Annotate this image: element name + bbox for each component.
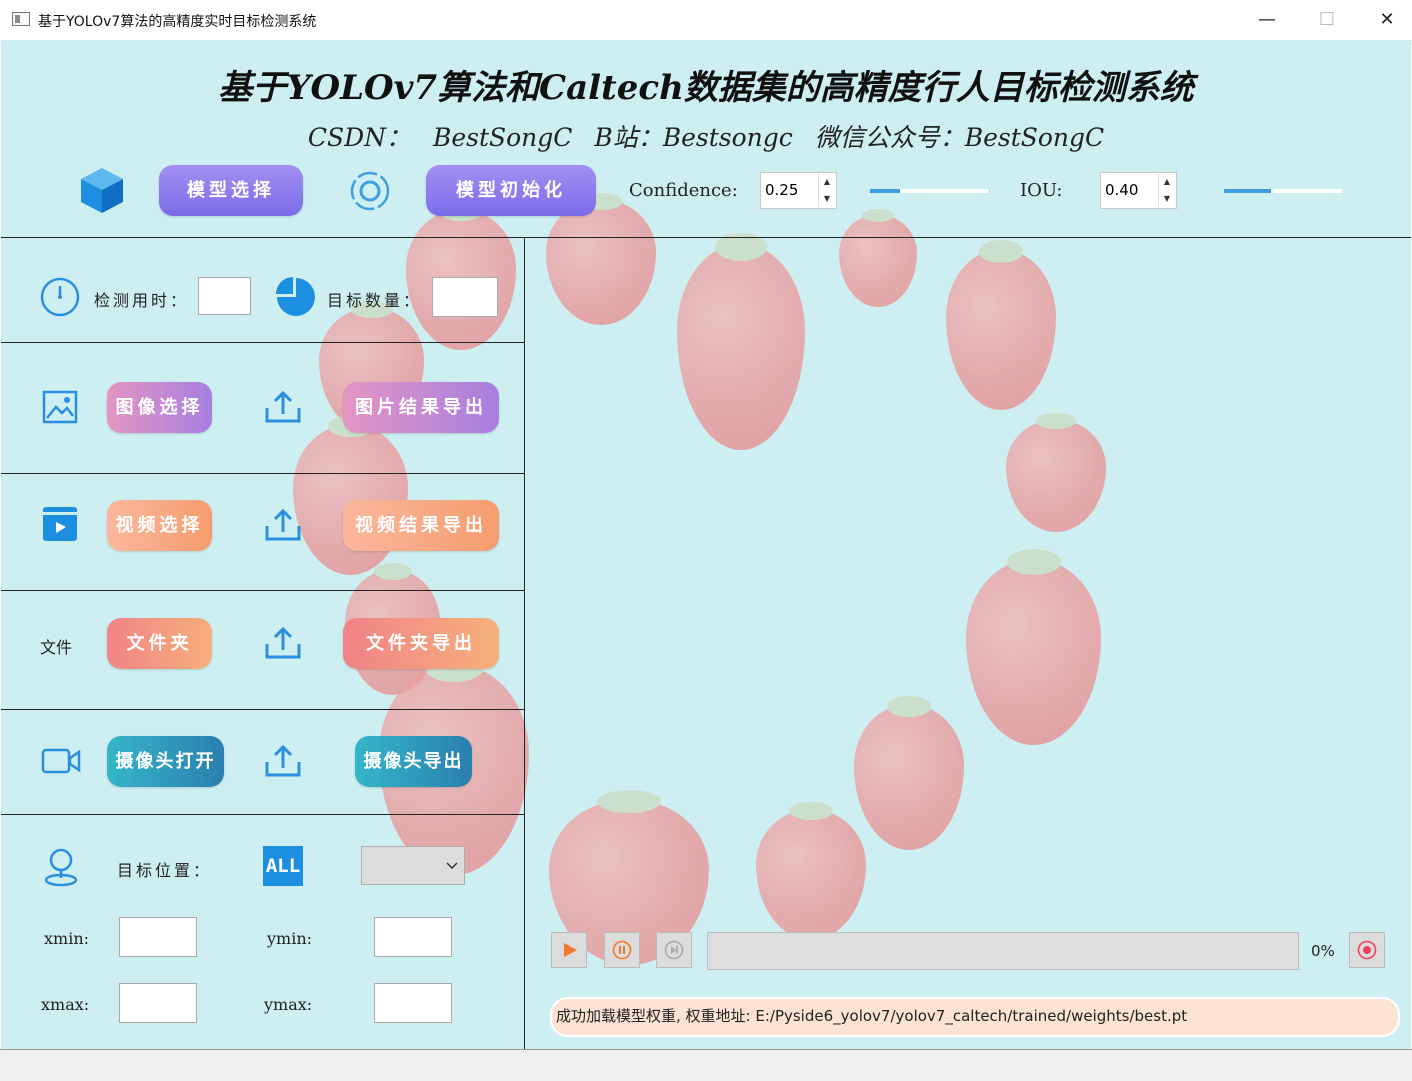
iou-spinbox[interactable]: 0.40 ▲ ▼ <box>1100 172 1177 209</box>
pause-icon <box>612 940 632 960</box>
progress-percent: 0% <box>1311 942 1335 960</box>
spin-down-icon[interactable]: ▼ <box>1159 191 1175 208</box>
camera-open-button[interactable]: 摄像头打开 <box>107 736 224 787</box>
spin-down-icon[interactable]: ▼ <box>819 191 835 208</box>
model-init-button[interactable]: 模型初始化 <box>426 165 596 216</box>
confidence-slider[interactable] <box>870 189 988 193</box>
target-select-dropdown[interactable] <box>361 846 465 885</box>
confidence-slider-fill <box>870 189 900 193</box>
status-log: 成功加载模型权重, 权重地址: E:/Pyside6_yolov7/yolov7… <box>550 997 1400 1037</box>
page-title: 基于YOLOv7算法和Caltech数据集的高精度行人目标检测系统 <box>218 68 1194 108</box>
page-subtitle: CSDN： BestSongC B站：Bestsongc 微信公众号：BestS… <box>307 123 1105 152</box>
divider <box>1 709 524 710</box>
ymin-label: ymin: <box>267 929 313 948</box>
image-icon <box>42 390 78 424</box>
upload-icon[interactable] <box>263 744 303 780</box>
image-select-button[interactable]: 图像选择 <box>107 382 212 433</box>
divider <box>524 237 525 1049</box>
all-targets-icon: ALL <box>263 846 303 886</box>
iou-slider-fill <box>1224 189 1272 193</box>
detect-time-field <box>198 277 251 315</box>
video-icon <box>43 507 77 541</box>
status-bar <box>0 1049 1412 1081</box>
upload-icon[interactable] <box>263 390 303 426</box>
camera-export-button[interactable]: 摄像头导出 <box>355 736 472 787</box>
play-button[interactable] <box>551 932 587 968</box>
divider <box>1 342 524 343</box>
spin-up-icon[interactable]: ▲ <box>819 174 835 191</box>
upload-icon[interactable] <box>263 508 303 544</box>
target-position-label: 目标位置： <box>117 861 213 880</box>
skip-icon <box>664 940 684 960</box>
chevron-down-icon <box>446 862 458 870</box>
folder-select-button[interactable]: 文件夹 <box>107 618 212 669</box>
pause-button[interactable] <box>604 932 640 968</box>
xmax-label: xmax: <box>41 995 90 1014</box>
video-select-button[interactable]: 视频选择 <box>107 500 212 551</box>
confidence-label: Confidence: <box>629 180 738 201</box>
divider <box>1 590 524 591</box>
stop-button[interactable] <box>1349 932 1385 968</box>
confidence-spinbox[interactable]: 0.25 ▲ ▼ <box>760 172 837 209</box>
target-count-label: 目标数量： <box>327 291 423 310</box>
xmin-label: xmin: <box>44 929 90 948</box>
image-export-button[interactable]: 图片结果导出 <box>343 382 499 433</box>
ymax-label: ymax: <box>264 995 313 1014</box>
play-icon <box>564 943 577 957</box>
app-icon <box>12 12 30 26</box>
settings-target-icon <box>350 171 390 211</box>
divider <box>1 237 1411 238</box>
minimize-button[interactable]: — <box>1244 6 1290 34</box>
window-titlebar[interactable]: 基于YOLOv7算法的高精度实时目标检测系统 — ☐ ✕ <box>0 0 1412 41</box>
spin-up-icon[interactable]: ▲ <box>1159 174 1175 191</box>
detect-time-label: 检测用时： <box>94 291 190 310</box>
maximize-button[interactable]: ☐ <box>1304 6 1350 34</box>
ymax-field <box>374 983 452 1023</box>
window-title: 基于YOLOv7算法的高精度实时目标检测系统 <box>38 14 317 30</box>
step-button[interactable] <box>656 932 692 968</box>
divider <box>1 473 524 474</box>
record-stop-icon <box>1357 940 1377 960</box>
location-pin-icon <box>44 848 78 887</box>
clock-icon <box>40 277 80 317</box>
target-count-field <box>432 277 498 317</box>
xmax-field <box>119 983 197 1023</box>
iou-slider[interactable] <box>1224 189 1342 193</box>
model-select-button[interactable]: 模型选择 <box>159 165 303 216</box>
divider <box>1 814 524 815</box>
xmin-field <box>119 917 197 957</box>
upload-icon[interactable] <box>263 626 303 662</box>
cube-icon <box>81 168 123 213</box>
folder-icon: 文件 <box>40 638 73 657</box>
video-export-button[interactable]: 视频结果导出 <box>343 500 499 551</box>
folder-export-button[interactable]: 文件夹导出 <box>343 618 499 669</box>
pie-chart-icon <box>276 277 315 316</box>
camera-icon <box>41 748 81 774</box>
main-window: 基于YOLOv7算法和Caltech数据集的高精度行人目标检测系统 CSDN： … <box>1 40 1411 1049</box>
ymin-field <box>374 917 452 957</box>
close-button[interactable]: ✕ <box>1364 6 1410 34</box>
progress-bar <box>707 932 1299 970</box>
iou-label: IOU: <box>1020 180 1063 201</box>
